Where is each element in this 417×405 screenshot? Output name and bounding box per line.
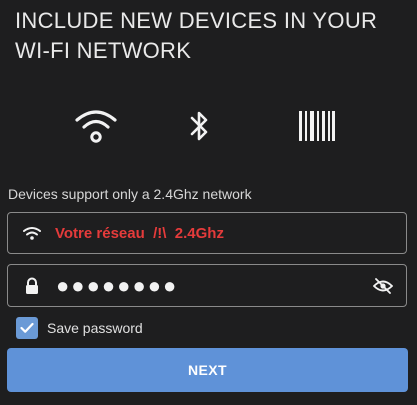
barcode-method-button[interactable] xyxy=(294,104,340,148)
save-password-checkbox[interactable] xyxy=(16,317,38,339)
lock-icon xyxy=(22,265,42,306)
ssid-value: Votre réseau /!\ 2.4Ghz xyxy=(55,225,224,242)
barcode-icon xyxy=(299,111,335,141)
wifi-icon xyxy=(75,110,117,143)
next-button[interactable]: NEXT xyxy=(7,348,408,392)
ssid-field[interactable]: Votre réseau /!\ 2.4Ghz xyxy=(7,212,407,254)
save-password-label: Save password xyxy=(47,320,143,336)
connection-methods xyxy=(0,104,417,148)
page-title: INCLUDE NEW DEVICES IN YOUR WI-FI NETWOR… xyxy=(15,8,378,63)
bluetooth-method-button[interactable] xyxy=(184,104,214,148)
wifi-method-button[interactable] xyxy=(72,104,120,148)
password-field[interactable]: ●●●●●●●● xyxy=(7,264,407,307)
network-hint: Devices support only a 2.4Ghz network xyxy=(8,186,252,202)
wifi-icon xyxy=(22,213,42,253)
bluetooth-icon xyxy=(190,111,208,141)
password-value: ●●●●●●●● xyxy=(56,273,179,298)
eye-off-icon[interactable] xyxy=(372,265,394,306)
check-icon xyxy=(20,322,34,333)
